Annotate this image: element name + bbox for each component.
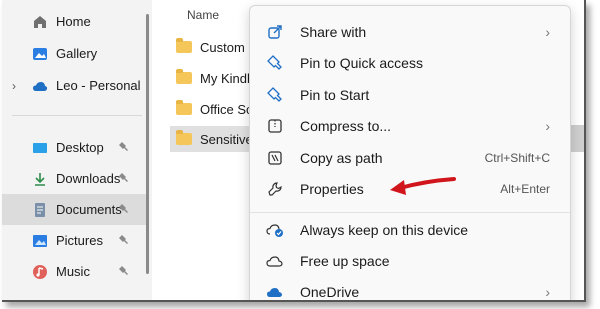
context-menu: Share with › Pin to Quick access Pin to … (249, 5, 571, 300)
keyboard-shortcut: Alt+Enter (500, 182, 550, 196)
sidebar-item-pictures[interactable]: Pictures (2, 225, 148, 256)
share-icon (266, 23, 284, 41)
onedrive-cloud-icon (32, 78, 48, 94)
pin-icon (266, 54, 284, 72)
documents-icon (32, 202, 48, 218)
menu-item-label: OneDrive (300, 284, 360, 300)
sidebar-scrollbar[interactable] (146, 14, 149, 274)
pin-icon[interactable] (118, 203, 130, 215)
sidebar-item-label: Documents (56, 202, 122, 217)
menu-item-always-keep[interactable]: Always keep on this device (256, 215, 564, 245)
menu-item-label: Free up space (300, 253, 390, 269)
sidebar-item-home[interactable]: Home (2, 6, 148, 37)
cloud-icon (266, 252, 284, 270)
pin-icon[interactable] (118, 265, 130, 277)
music-icon (32, 264, 48, 280)
archive-icon (266, 117, 284, 135)
menu-item-label: Copy as path (300, 150, 383, 166)
download-icon (32, 171, 48, 187)
menu-item-pin-quick-access[interactable]: Pin to Quick access (256, 48, 564, 78)
pin-icon[interactable] (118, 172, 130, 184)
sidebar-item-desktop[interactable]: Desktop (2, 132, 148, 163)
menu-item-share-with[interactable]: Share with › (256, 17, 564, 47)
copy-path-icon (266, 149, 284, 167)
chevron-right-icon[interactable]: › (12, 79, 16, 93)
pictures-icon (32, 233, 48, 249)
menu-item-label: Always keep on this device (300, 222, 469, 238)
sidebar-item-label: Desktop (56, 140, 104, 155)
sidebar-item-downloads[interactable]: Downloads (2, 163, 148, 194)
chevron-right-icon: › (545, 118, 550, 134)
menu-item-label: Share with (300, 24, 367, 40)
chevron-right-icon: › (545, 284, 550, 300)
sidebar-item-documents[interactable]: Documents (2, 194, 148, 225)
cloud-sync-icon (266, 221, 284, 239)
sidebar-item-label: Music (56, 264, 90, 279)
menu-item-onedrive[interactable]: OneDrive › (256, 277, 564, 300)
sidebar-divider (12, 115, 142, 116)
file-explorer-window: Home Gallery › Leo - Personal Desktop Do… (2, 0, 586, 302)
menu-item-compress-to[interactable]: Compress to... › (256, 111, 564, 141)
onedrive-icon (266, 283, 284, 300)
menu-item-label: Compress to... (300, 118, 392, 134)
menu-item-free-up-space[interactable]: Free up space (256, 246, 564, 276)
folder-icon (176, 38, 192, 53)
menu-separator (250, 212, 570, 213)
folder-icon (176, 130, 192, 145)
sidebar-item-music[interactable]: Music (2, 256, 148, 287)
sidebar-item-onedrive[interactable]: › Leo - Personal (2, 70, 148, 101)
pin-icon (266, 86, 284, 104)
home-icon (32, 14, 48, 30)
keyboard-shortcut: Ctrl+Shift+C (484, 151, 550, 165)
sidebar-item-label: Gallery (56, 46, 98, 61)
gallery-icon (32, 46, 48, 62)
navigation-pane: Home Gallery › Leo - Personal Desktop Do… (2, 0, 149, 300)
sidebar-item-label: Leo - Personal (56, 78, 141, 93)
sidebar-item-label: Home (56, 14, 91, 29)
pin-icon[interactable] (118, 141, 130, 153)
folder-icon (176, 100, 192, 115)
menu-item-label: Pin to Quick access (300, 55, 423, 71)
annotation-arrow-icon (390, 177, 456, 195)
folder-icon (176, 69, 192, 84)
menu-item-label: Pin to Start (300, 87, 370, 103)
chevron-right-icon: › (545, 24, 550, 40)
sidebar-item-label: Pictures (56, 233, 103, 248)
menu-item-copy-as-path[interactable]: Copy as path Ctrl+Shift+C (256, 143, 564, 173)
menu-item-pin-to-start[interactable]: Pin to Start (256, 80, 564, 110)
sidebar-item-label: Downloads (56, 171, 121, 186)
column-header-name[interactable]: Name (187, 8, 219, 22)
desktop-icon (32, 140, 48, 156)
wrench-icon (266, 180, 284, 198)
menu-item-label: Properties (300, 181, 364, 197)
sidebar-item-gallery[interactable]: Gallery (2, 38, 148, 69)
pin-icon[interactable] (118, 234, 130, 246)
